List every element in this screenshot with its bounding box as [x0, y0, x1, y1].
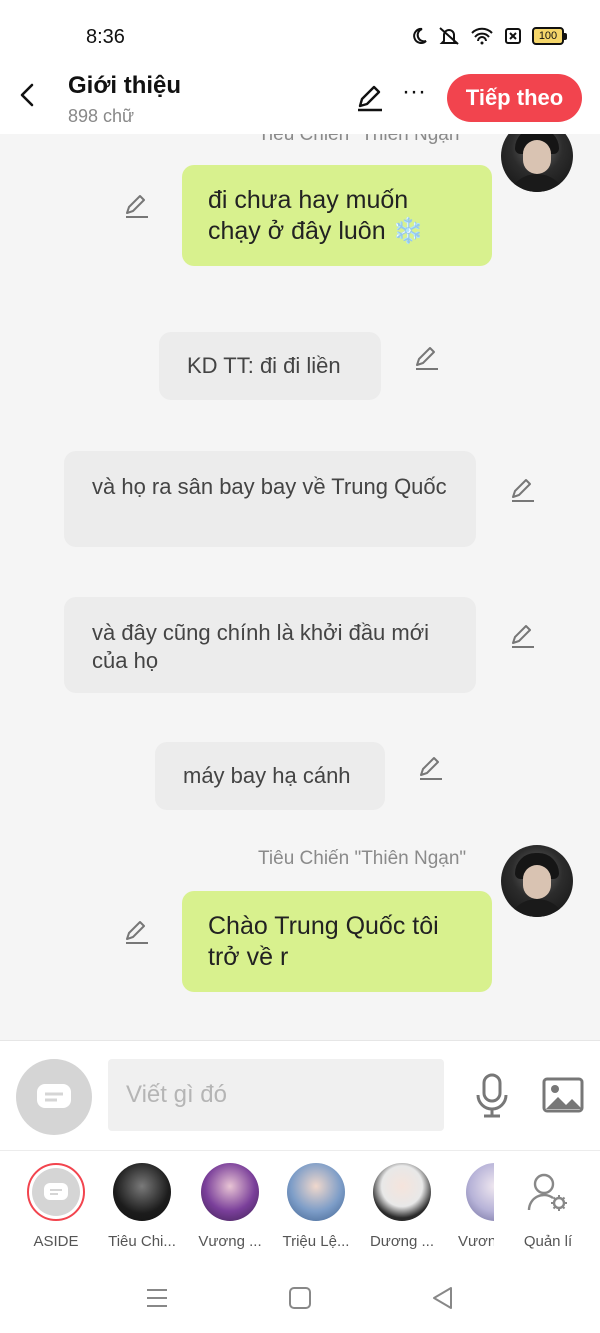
moon-icon: [413, 27, 427, 44]
back-triangle-icon[interactable]: [429, 1284, 457, 1312]
edit-icon[interactable]: [354, 82, 386, 114]
character-name: Quản lí: [523, 1233, 573, 1250]
edit-message-icon[interactable]: [122, 918, 150, 946]
character-item[interactable]: Vương ...: [190, 1163, 270, 1250]
message-input[interactable]: [108, 1059, 444, 1131]
manage-characters-button[interactable]: Quản lí: [508, 1163, 588, 1250]
edit-message-icon[interactable]: [508, 622, 536, 650]
narration-bubble[interactable]: KD TT: đi đi liền: [159, 332, 381, 400]
avatar: [373, 1163, 431, 1221]
word-count: 898 chữ: [68, 106, 135, 126]
composer: [0, 1040, 600, 1150]
chevron-left-icon: [20, 83, 34, 107]
narration-bubble[interactable]: máy bay hạ cánh: [155, 742, 385, 810]
avatar: [466, 1163, 494, 1221]
character-aside[interactable]: ASIDE: [16, 1163, 96, 1250]
mute-bell-icon: [439, 27, 459, 45]
chat-bubble-icon: [37, 1084, 71, 1108]
avatar: [113, 1163, 171, 1221]
character-name: Tiêu Chi...: [108, 1233, 176, 1250]
narration-bubble[interactable]: và họ ra sân bay bay về Trung Quốc: [64, 451, 476, 547]
next-button[interactable]: Tiếp theo: [447, 74, 582, 122]
character-item[interactable]: Vương: [442, 1163, 494, 1250]
avatar: [201, 1163, 259, 1221]
system-nav-bar: [0, 1260, 600, 1333]
narration-bubble[interactable]: và đây cũng chính là khởi đầu mới của họ: [64, 597, 476, 693]
character-item[interactable]: Triệu Lệ...: [276, 1163, 356, 1250]
character-name: Dương ...: [369, 1233, 435, 1250]
message-bubble[interactable]: Chào Trung Quốc tôi trở về r: [182, 891, 492, 992]
message-bubble[interactable]: đi chưa hay muốn chạy ở đây luôn ❄️: [182, 165, 492, 266]
speaker-name: Tiêu Chiến "Thiên Ngạn": [258, 134, 467, 145]
character-item[interactable]: Tiêu Chi...: [102, 1163, 182, 1250]
chat-bubble-icon: [44, 1183, 68, 1200]
battery-icon: 100: [532, 27, 567, 45]
wifi-icon: [471, 27, 493, 45]
edit-message-icon[interactable]: [416, 754, 444, 782]
back-button[interactable]: [12, 80, 42, 110]
speaker-name: Tiêu Chiến "Thiên Ngạn": [258, 848, 467, 869]
no-sim-icon: [505, 28, 521, 44]
microphone-icon[interactable]: [474, 1073, 510, 1119]
page-title: Giới thiệu: [68, 72, 182, 99]
aside-toggle-button[interactable]: [16, 1059, 92, 1135]
image-icon[interactable]: [542, 1077, 584, 1113]
character-name: Triệu Lệ...: [282, 1233, 350, 1250]
more-options-button[interactable]: ···: [402, 80, 426, 110]
status-icons: 100: [410, 26, 567, 46]
character-bar: ASIDE Tiêu Chi... Vương ... Triệu Lệ... …: [0, 1150, 600, 1260]
status-time: 8:36: [86, 26, 125, 48]
edit-message-icon[interactable]: [122, 192, 150, 220]
avatar: [287, 1163, 345, 1221]
home-icon[interactable]: [286, 1284, 314, 1312]
menu-icon[interactable]: [143, 1284, 171, 1312]
user-settings-icon: [527, 1173, 567, 1211]
chat-area[interactable]: Tiêu Chiến "Thiên Ngạn" đi chưa hay muốn…: [0, 134, 600, 1040]
character-item[interactable]: Dương ...: [362, 1163, 442, 1250]
edit-message-icon[interactable]: [412, 344, 440, 372]
avatar[interactable]: [501, 134, 573, 192]
character-name: ASIDE: [33, 1233, 79, 1250]
manage-icon-wrap: [519, 1163, 577, 1221]
status-bar: 8:36 100: [0, 0, 600, 70]
edit-message-icon[interactable]: [508, 476, 536, 504]
character-name: Vương: [458, 1233, 494, 1250]
aside-avatar: [27, 1163, 85, 1221]
header: Giới thiệu 898 chữ ··· Tiếp theo: [0, 70, 600, 134]
character-name: Vương ...: [198, 1233, 262, 1250]
avatar[interactable]: [501, 845, 573, 917]
